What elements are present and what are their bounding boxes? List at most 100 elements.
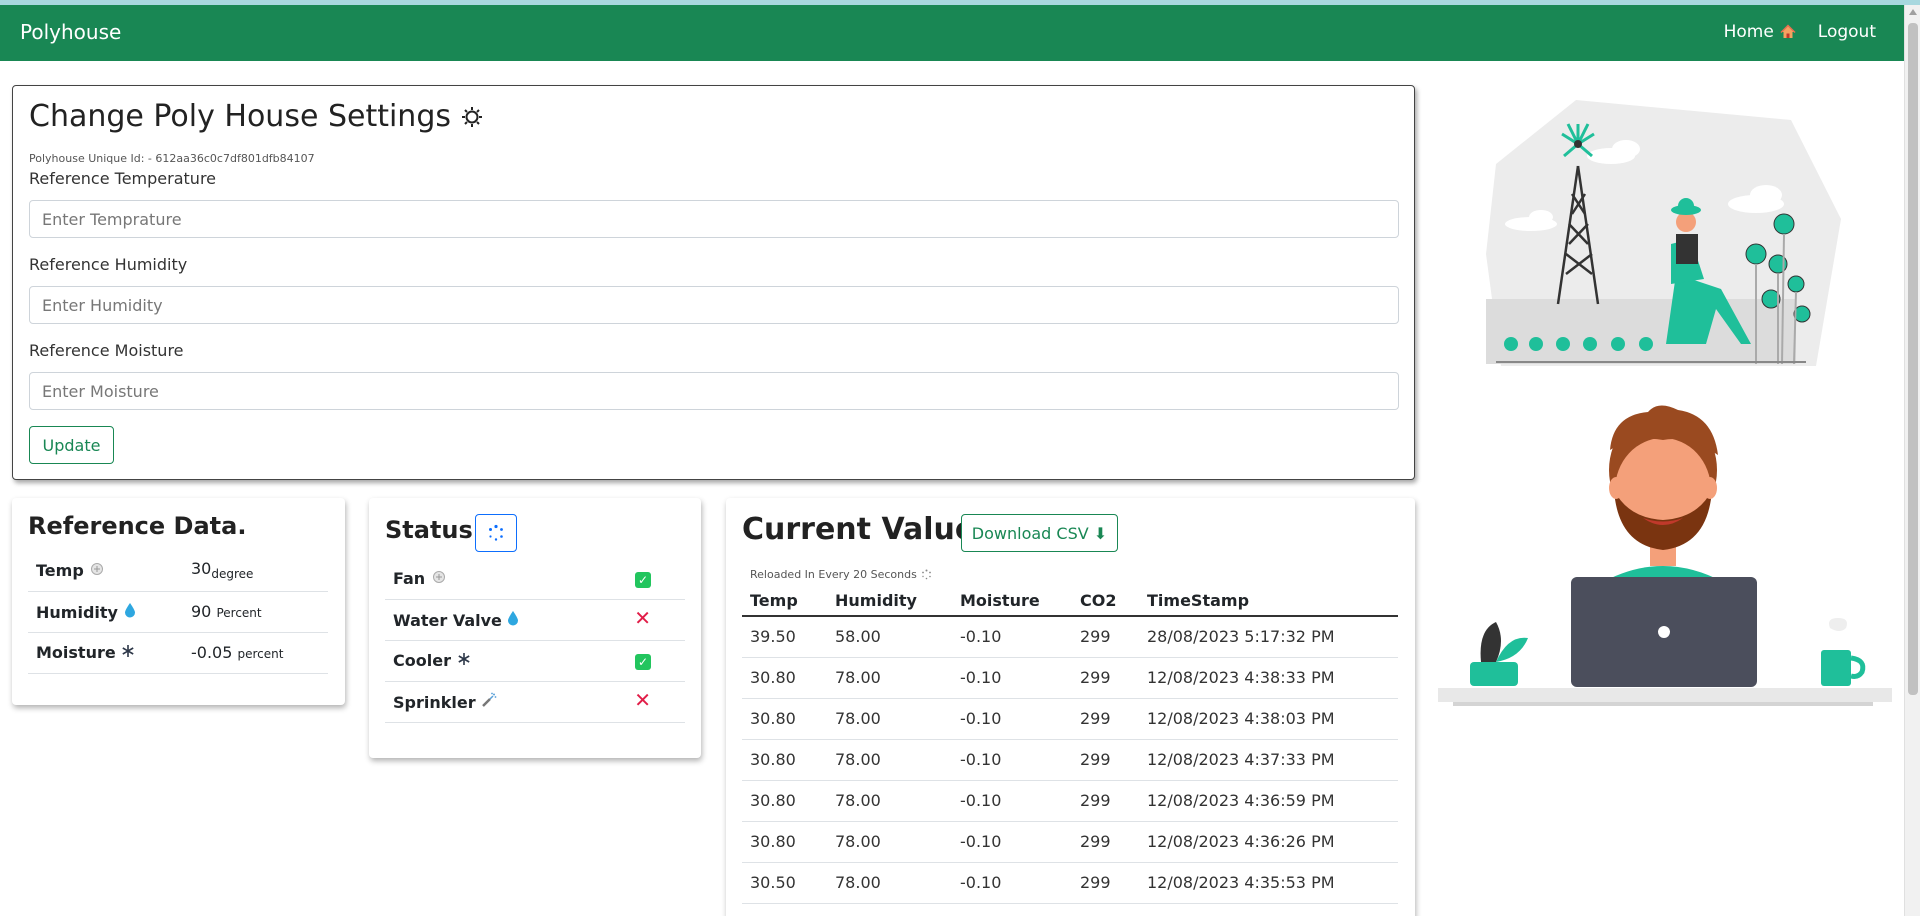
current-values-title: Current Values — [742, 512, 994, 547]
cell-humidity: 78.00 — [827, 862, 952, 904]
reference-humidity-value-cell: 90 Percent — [183, 591, 328, 633]
cell-moisture: -0.10 — [952, 862, 1072, 904]
cell-temp: 30.80 — [742, 698, 827, 740]
status-sprinkler-key: Sprinkler — [385, 681, 598, 723]
reference-temp-key: Temp — [28, 550, 183, 592]
status-cooler-label: Cooler — [393, 651, 451, 670]
cell-co2: 299 — [1072, 698, 1139, 740]
current-values-card: Current Values Download CSV ⬇ Reloaded I… — [726, 498, 1415, 916]
cell-humidity: 78.00 — [827, 821, 952, 863]
cell-temp: 30.80 — [742, 739, 827, 781]
column-header-moisture: Moisture — [952, 586, 1072, 617]
status-row-sprinkler: Sprinkler ✕ — [385, 681, 685, 723]
reference-humidity-value: 90 — [191, 602, 212, 621]
scroll-thumb[interactable] — [1908, 23, 1918, 695]
reference-moisture-input[interactable] — [29, 372, 1399, 410]
cell-temp: 30.80 — [742, 657, 827, 699]
cell-humidity: 78.00 — [827, 739, 952, 781]
settings-card: Change Poly House Settings Polyhouse Uni… — [12, 85, 1415, 480]
table-row: 30.80 78.00 -0.10 299 12/08/2023 4:36:26 PM — [742, 821, 1398, 863]
reload-note: Reloaded In Every 20 Seconds — [750, 568, 932, 581]
status-water-valve-key: Water Valve — [385, 599, 598, 641]
cell-temp: 30.50 — [742, 862, 827, 904]
droplet-icon — [507, 610, 519, 626]
status-refresh-button[interactable] — [475, 514, 517, 552]
cell-timestamp: 12/08/2023 4:36:59 PM — [1139, 780, 1398, 822]
reference-temp-value: 30 — [191, 559, 212, 579]
reference-temperature-input[interactable] — [29, 200, 1399, 238]
reference-humidity-input[interactable] — [29, 286, 1399, 324]
status-water-valve-label: Water Valve — [393, 610, 502, 630]
status-fan-state: ✓ — [597, 558, 685, 600]
status-title: Status: — [385, 516, 483, 544]
status-row-cooler: Cooler ✓ — [385, 640, 685, 682]
cell-co2: 299 — [1072, 780, 1139, 822]
table-row: 30.80 78.00 -0.10 299 12/08/2023 4:36:59 PM — [742, 780, 1398, 822]
cell-timestamp: 12/08/2023 4:38:03 PM — [1139, 698, 1398, 740]
cell-moisture: -0.10 — [952, 698, 1072, 740]
reference-humidity-label: Reference Humidity — [29, 255, 188, 274]
update-button[interactable]: Update — [29, 426, 114, 464]
reference-moisture-value-cell: -0.05 percent — [183, 632, 328, 674]
house-icon — [1780, 24, 1796, 40]
scroll-up-arrow[interactable] — [1909, 9, 1917, 15]
polyhouse-uid: Polyhouse Unique Id: - 612aa36c0c7df801d… — [29, 152, 315, 165]
settings-title-row: Change Poly House Settings — [29, 99, 483, 134]
nav-home-link[interactable]: Home — [1724, 22, 1796, 42]
table-row: 30.80 78.00 -0.10 299 12/08/2023 4:38:33 PM — [742, 657, 1398, 699]
farmer-illustration — [1466, 94, 1846, 374]
reference-data-card: Reference Data. Temp 30degree Humidity 9… — [12, 498, 345, 705]
reference-moisture-key: Moisture — [28, 632, 183, 674]
cell-humidity: 78.00 — [827, 698, 952, 740]
table-header-row: Temp Humidity Moisture CO2 TimeStamp — [742, 586, 1398, 617]
reference-humidity-key: Humidity — [28, 591, 183, 633]
download-arrow-icon: ⬇ — [1093, 523, 1108, 543]
reference-data-table: Temp 30degree Humidity 90 Percent Moistu… — [28, 550, 328, 674]
reference-moisture-label: Moisture — [36, 643, 116, 662]
cell-timestamp: 12/08/2023 4:36:26 PM — [1139, 821, 1398, 863]
cell-co2: 299 — [1072, 862, 1139, 904]
table-row: 30.50 78.00 -0.10 299 12/08/2023 4:35:53 PM — [742, 862, 1398, 904]
reference-moisture-label: Reference Moisture — [29, 341, 184, 360]
status-cooler-state: ✓ — [597, 640, 685, 682]
cell-co2: 299 — [1072, 657, 1139, 699]
cell-timestamp: 12/08/2023 4:38:33 PM — [1139, 657, 1398, 699]
download-csv-button[interactable]: Download CSV ⬇ — [961, 514, 1118, 552]
status-table: Fan ✓ Water Valve ✕ Cooler ✓ Sprinkler ✕ — [385, 558, 685, 723]
brand-logo[interactable]: Polyhouse — [20, 20, 121, 44]
reference-data-title: Reference Data. — [28, 512, 247, 540]
reload-spinner-icon — [921, 569, 932, 580]
cell-humidity: 58.00 — [827, 616, 952, 658]
nav-logout-link[interactable]: Logout — [1818, 22, 1876, 42]
snowflake-icon — [121, 644, 135, 658]
sprinkler-icon — [481, 692, 497, 708]
reference-moisture-unit: percent — [237, 647, 284, 661]
cell-timestamp: 12/08/2023 4:35:53 PM — [1139, 862, 1398, 904]
reference-temp-value-cell: 30degree — [183, 550, 328, 592]
cell-moisture: -0.10 — [952, 616, 1072, 658]
reference-temp-unit: degree — [211, 567, 254, 582]
cell-moisture: -0.10 — [952, 821, 1072, 863]
spinner-icon — [487, 524, 505, 542]
cell-co2: 299 — [1072, 616, 1139, 658]
cell-moisture: -0.10 — [952, 657, 1072, 699]
cell-timestamp: 12/08/2023 4:37:33 PM — [1139, 739, 1398, 781]
table-row: 30.80 78.00 -0.10 299 12/08/2023 4:38:03 PM — [742, 698, 1398, 740]
column-header-humidity: Humidity — [827, 586, 952, 617]
fan-icon — [431, 570, 447, 584]
reference-humidity-label: Humidity — [36, 602, 118, 622]
gear-icon — [461, 106, 483, 128]
cell-moisture: -0.10 — [952, 780, 1072, 822]
reference-humidity-unit: Percent — [216, 606, 262, 620]
settings-title: Change Poly House Settings — [29, 99, 451, 134]
reference-row-moisture: Moisture -0.05 percent — [28, 632, 328, 674]
status-row-water-valve: Water Valve ✕ — [385, 599, 685, 641]
navbar: Polyhouse Home Logout — [0, 5, 1904, 61]
cell-timestamp: 28/08/2023 5:17:32 PM — [1139, 616, 1398, 658]
nav-home-label: Home — [1723, 22, 1774, 42]
status-row-fan: Fan ✓ — [385, 558, 685, 600]
page-scrollbar[interactable] — [1904, 5, 1920, 916]
cell-temp: 39.50 — [742, 616, 827, 658]
download-csv-label: Download CSV — [971, 523, 1089, 543]
status-fan-label: Fan — [393, 568, 426, 588]
